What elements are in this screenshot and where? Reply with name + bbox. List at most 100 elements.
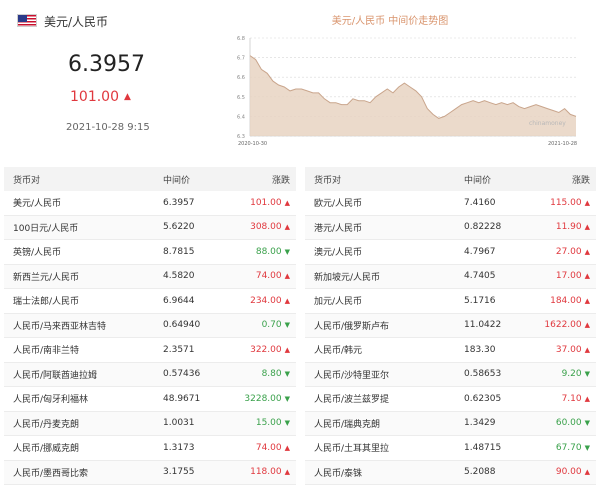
down-arrow-icon: ▼ [284,370,290,379]
mid-price: 0.82228 [455,215,517,240]
price-change-value: 1622.00 [544,320,582,331]
mid-price: 2.3571 [154,337,216,363]
mid-price: 183.30 [455,337,517,363]
table-row[interactable]: 人民币/泰铢 5.2088 90.00 ▲ [305,460,596,485]
price-change: 88.00 ▼ [216,239,296,265]
currency-pair[interactable]: 人民币/瑞典克朗 [305,411,455,436]
up-arrow-icon: ▲ [584,296,590,305]
price-change-value: 308.00 [250,222,282,233]
currency-pair[interactable]: 新西兰元/人民币 [4,264,154,289]
chart-title: 美元/人民币 中间价走势图 [331,16,449,27]
price-change-value: 37.00 [555,344,582,355]
currency-pair[interactable]: 澳元/人民币 [305,239,455,265]
price-change: 27.00 ▲ [517,239,596,265]
table-row[interactable]: 人民币/匈牙利福林 48.9671 3228.00 ▼ [4,386,296,412]
table-row[interactable]: 港元/人民币 0.82228 11.90 ▲ [305,215,596,240]
currency-pair[interactable]: 加元/人民币 [305,288,455,314]
price-change-value: 234.00 [250,295,282,306]
table-row[interactable]: 人民币/丹麦克朗 1.0031 15.00 ▼ [4,411,296,436]
price-change-value: 322.00 [250,344,282,355]
x-tick-label-start: 2020-10-30 [238,141,267,147]
col-header-pair: 货币对 [305,167,455,191]
table-row[interactable]: 人民币/波兰兹罗提 0.62305 7.10 ▲ [305,386,596,412]
price-change-value: 0.70 [261,320,282,331]
up-arrow-icon: ▲ [284,198,290,207]
y-tick-label: 6.7 [237,56,245,62]
currency-pair[interactable]: 人民币/韩元 [305,337,455,363]
currency-pair[interactable]: 人民币/沙特里亚尔 [305,362,455,387]
currency-pair[interactable]: 人民币/波兰兹罗提 [305,386,455,412]
table-row[interactable]: 新加坡元/人民币 4.7405 17.00 ▲ [305,264,596,289]
currency-pair[interactable]: 人民币/挪威克朗 [4,435,154,461]
currency-pair[interactable]: 英镑/人民币 [4,239,154,265]
mid-price: 6.9644 [154,288,216,314]
currency-pair[interactable]: 港元/人民币 [305,215,455,240]
up-arrow-icon: ▲ [284,296,290,305]
table-row[interactable]: 人民币/韩元 183.30 37.00 ▲ [305,337,596,363]
currency-pair[interactable]: 100日元/人民币 [4,215,154,240]
price-change-value: 67.70 [555,442,582,453]
table-row[interactable]: 人民币/挪威克朗 1.3173 74.00 ▲ [4,435,296,461]
trend-chart: 6.8 6.7 6.6 6.5 6.4 6.3 chinamoney 2020-10-30 20… [237,36,577,147]
currency-pair[interactable]: 新加坡元/人民币 [305,264,455,289]
table-row[interactable]: 欧元/人民币 7.4160 115.00 ▲ [305,191,596,216]
table-row[interactable]: 新西兰元/人民币 4.5820 74.00 ▲ [4,264,296,289]
currency-pair[interactable]: 人民币/俄罗斯卢布 [305,313,455,338]
table-header-row: 货币对 中间价 涨跌 [4,167,296,191]
price-change: 118.00 ▲ [216,460,296,485]
y-tick-label: 6.8 [237,36,245,42]
table-row[interactable]: 人民币/俄罗斯卢布 11.0422 1622.00 ▲ [305,313,596,338]
mid-price: 5.2088 [455,460,517,485]
price-change-value: 17.00 [555,271,582,282]
currency-pair[interactable]: 欧元/人民币 [305,191,455,216]
currency-pair[interactable]: 人民币/墨西哥比索 [4,460,154,485]
table-row[interactable]: 英镑/人民币 8.7815 88.00 ▼ [4,239,296,265]
rate-change-value: 101.00 [70,89,119,105]
current-rate: 6.3957 [68,52,145,77]
table-row[interactable]: 人民币/墨西哥比索 3.1755 118.00 ▲ [4,460,296,485]
price-change-value: 15.00 [255,418,282,429]
table-row[interactable]: 人民币/马来西亚林吉特 0.64940 0.70 ▼ [4,313,296,338]
price-change: 1622.00 ▲ [517,313,596,338]
currency-pair[interactable]: 瑞士法郎/人民币 [4,288,154,314]
pair-title: 美元/人民币 [44,15,109,29]
table-row[interactable]: 瑞士法郎/人民币 6.9644 234.00 ▲ [4,288,296,314]
col-header-price: 中间价 [154,167,216,191]
up-arrow-icon: ▲ [584,247,590,256]
mid-price: 1.48715 [455,435,517,461]
currency-pair[interactable]: 人民币/马来西亚林吉特 [4,313,154,338]
mid-price: 0.64940 [154,313,216,338]
table-row[interactable]: 人民币/阿联酋迪拉姆 0.57436 8.80 ▼ [4,362,296,387]
currency-pair[interactable]: 美元/人民币 [4,191,154,216]
price-change-value: 115.00 [550,197,582,208]
price-change: 7.10 ▲ [517,386,596,412]
down-arrow-icon: ▼ [584,443,590,452]
mid-price: 0.58653 [455,362,517,387]
price-change: 90.00 ▲ [517,460,596,485]
table-row[interactable]: 澳元/人民币 4.7967 27.00 ▲ [305,239,596,265]
price-change: 60.00 ▼ [517,411,596,436]
chart-watermark: chinamoney [529,120,566,127]
y-tick-label: 6.3 [237,134,245,140]
currency-pair[interactable]: 人民币/丹麦克朗 [4,411,154,436]
table-row[interactable]: 美元/人民币 6.3957 101.00 ▲ [4,191,296,216]
up-arrow-icon: ▲ [284,468,290,477]
table-row[interactable]: 人民币/瑞典克朗 1.3429 60.00 ▼ [305,411,596,436]
currency-pair[interactable]: 人民币/匈牙利福林 [4,386,154,412]
mid-price: 4.7405 [455,264,517,289]
down-arrow-icon: ▼ [584,370,590,379]
table-row[interactable]: 人民币/南非兰特 2.3571 322.00 ▲ [4,337,296,363]
price-change: 8.80 ▼ [216,362,296,387]
table-row[interactable]: 人民币/沙特里亚尔 0.58653 9.20 ▼ [305,362,596,387]
currency-pair[interactable]: 人民币/南非兰特 [4,337,154,363]
rates-table-left: 货币对 中间价 涨跌 美元/人民币 6.3957 101.00 ▲ 100日元/人民币 5… [4,167,296,485]
table-row[interactable]: 100日元/人民币 5.6220 308.00 ▲ [4,215,296,240]
currency-pair[interactable]: 人民币/泰铢 [305,460,455,485]
table-row[interactable]: 人民币/土耳其里拉 1.48715 67.70 ▼ [305,435,596,461]
down-arrow-icon: ▼ [284,321,290,330]
price-change-value: 27.00 [555,246,582,257]
up-arrow-icon: ▲ [584,394,590,403]
currency-pair[interactable]: 人民币/土耳其里拉 [305,435,455,461]
table-row[interactable]: 加元/人民币 5.1716 184.00 ▲ [305,288,596,314]
currency-pair[interactable]: 人民币/阿联酋迪拉姆 [4,362,154,387]
